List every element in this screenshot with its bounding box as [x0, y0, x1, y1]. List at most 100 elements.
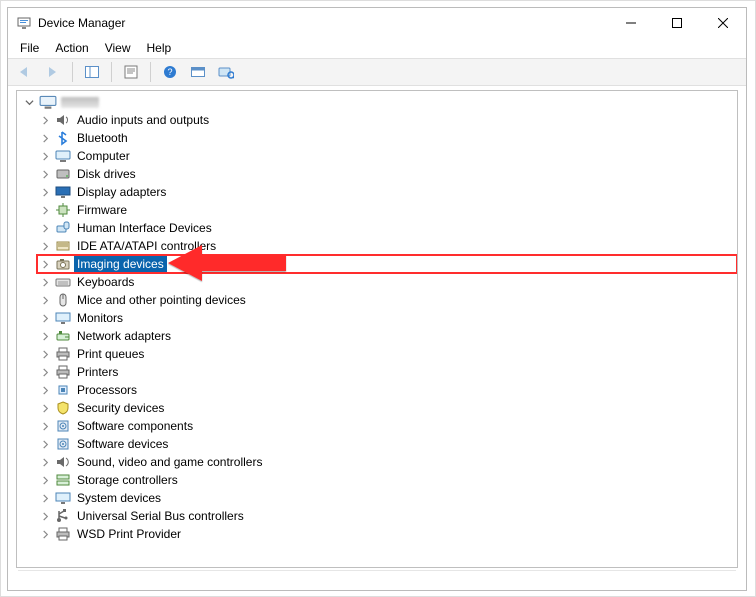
maximize-button[interactable]: [654, 8, 700, 38]
properties-button[interactable]: [118, 60, 144, 84]
device-category[interactable]: Keyboards: [37, 273, 737, 291]
device-category[interactable]: Display adapters: [37, 183, 737, 201]
chevron-down-icon[interactable]: [23, 96, 35, 108]
chevron-right-icon[interactable]: [39, 330, 51, 342]
chevron-right-icon[interactable]: [39, 168, 51, 180]
device-category-label: Mice and other pointing devices: [75, 293, 248, 307]
view-button[interactable]: [185, 60, 211, 84]
chevron-right-icon[interactable]: [39, 456, 51, 468]
root-node[interactable]: [21, 93, 737, 111]
camera-icon: [55, 256, 71, 272]
device-category[interactable]: Imaging devices: [37, 255, 737, 273]
help-button[interactable]: ?: [157, 60, 183, 84]
chevron-right-icon[interactable]: [39, 474, 51, 486]
device-category[interactable]: IDE ATA/ATAPI controllers: [37, 237, 737, 255]
device-category[interactable]: Software components: [37, 417, 737, 435]
device-category-label: IDE ATA/ATAPI controllers: [75, 239, 218, 253]
app-icon: [16, 15, 32, 31]
minimize-button[interactable]: [608, 8, 654, 38]
sound-icon: [55, 454, 71, 470]
device-category[interactable]: Monitors: [37, 309, 737, 327]
hid-icon: [55, 220, 71, 236]
speaker-icon: [55, 112, 71, 128]
mouse-icon: [55, 292, 71, 308]
forward-button: [40, 60, 66, 84]
chevron-right-icon[interactable]: [39, 348, 51, 360]
chevron-right-icon[interactable]: [39, 528, 51, 540]
menu-action[interactable]: Action: [47, 39, 96, 57]
svg-text:?: ?: [167, 67, 172, 77]
menubar: FileActionViewHelp: [8, 38, 746, 58]
toolbar-separator: [72, 62, 73, 82]
device-category[interactable]: System devices: [37, 489, 737, 507]
device-category-label: Software components: [75, 419, 195, 433]
chevron-right-icon[interactable]: [39, 204, 51, 216]
device-category-label: Processors: [75, 383, 139, 397]
chip-icon: [55, 202, 71, 218]
chevron-right-icon[interactable]: [39, 420, 51, 432]
device-category[interactable]: Mice and other pointing devices: [37, 291, 737, 309]
software-icon: [55, 436, 71, 452]
computer-name-obscured: [61, 97, 99, 108]
device-category[interactable]: Bluetooth: [37, 129, 737, 147]
device-category[interactable]: Audio inputs and outputs: [37, 111, 737, 129]
chevron-right-icon[interactable]: [39, 366, 51, 378]
printer-icon: [55, 346, 71, 362]
device-category-label: Audio inputs and outputs: [75, 113, 211, 127]
computer-icon: [39, 94, 57, 110]
device-category[interactable]: Firmware: [37, 201, 737, 219]
toolbar-separator: [111, 62, 112, 82]
device-category-label: Universal Serial Bus controllers: [75, 509, 246, 523]
device-category[interactable]: WSD Print Provider: [37, 525, 737, 543]
titlebar: Device Manager: [8, 8, 746, 38]
ide-icon: [55, 238, 71, 254]
chevron-right-icon[interactable]: [39, 240, 51, 252]
chevron-right-icon[interactable]: [39, 510, 51, 522]
toolbar: ?: [8, 58, 746, 86]
chevron-right-icon[interactable]: [39, 492, 51, 504]
chevron-right-icon[interactable]: [39, 402, 51, 414]
device-category[interactable]: Universal Serial Bus controllers: [37, 507, 737, 525]
chevron-right-icon[interactable]: [39, 312, 51, 324]
system-icon: [55, 490, 71, 506]
device-category[interactable]: Storage controllers: [37, 471, 737, 489]
device-category-label: Security devices: [75, 401, 166, 415]
bluetooth-icon: [55, 130, 71, 146]
chevron-right-icon[interactable]: [39, 186, 51, 198]
printer-icon: [55, 364, 71, 380]
scan-hardware-button[interactable]: [213, 60, 239, 84]
device-tree[interactable]: Audio inputs and outputs BluetoothCompute…: [16, 90, 738, 568]
chevron-right-icon[interactable]: [39, 150, 51, 162]
device-category-label: Firmware: [75, 203, 129, 217]
close-button[interactable]: [700, 8, 746, 38]
cpu-icon: [55, 382, 71, 398]
chevron-right-icon[interactable]: [39, 276, 51, 288]
device-category[interactable]: Printers: [37, 363, 737, 381]
chevron-right-icon[interactable]: [39, 222, 51, 234]
show-hide-pane-button[interactable]: [79, 60, 105, 84]
chevron-right-icon[interactable]: [39, 258, 51, 270]
chevron-right-icon[interactable]: [39, 132, 51, 144]
device-category[interactable]: Print queues: [37, 345, 737, 363]
device-category[interactable]: Sound, video and game controllers: [37, 453, 737, 471]
device-category-label: Human Interface Devices: [75, 221, 214, 235]
device-category[interactable]: Software devices: [37, 435, 737, 453]
menu-view[interactable]: View: [97, 39, 139, 57]
back-button: [12, 60, 38, 84]
toolbar-separator: [150, 62, 151, 82]
device-category-label: WSD Print Provider: [75, 527, 183, 541]
chevron-right-icon[interactable]: [39, 114, 51, 126]
menu-help[interactable]: Help: [139, 39, 180, 57]
chevron-right-icon[interactable]: [39, 384, 51, 396]
chevron-right-icon[interactable]: [39, 294, 51, 306]
device-category[interactable]: Human Interface Devices: [37, 219, 737, 237]
menu-file[interactable]: File: [12, 39, 47, 57]
device-category[interactable]: Disk drives: [37, 165, 737, 183]
chevron-right-icon[interactable]: [39, 438, 51, 450]
device-category[interactable]: Network adapters: [37, 327, 737, 345]
device-category[interactable]: Computer: [37, 147, 737, 165]
device-category[interactable]: Security devices: [37, 399, 737, 417]
computer-icon: [55, 148, 71, 164]
device-category[interactable]: Processors: [37, 381, 737, 399]
device-category-label: System devices: [75, 491, 163, 505]
